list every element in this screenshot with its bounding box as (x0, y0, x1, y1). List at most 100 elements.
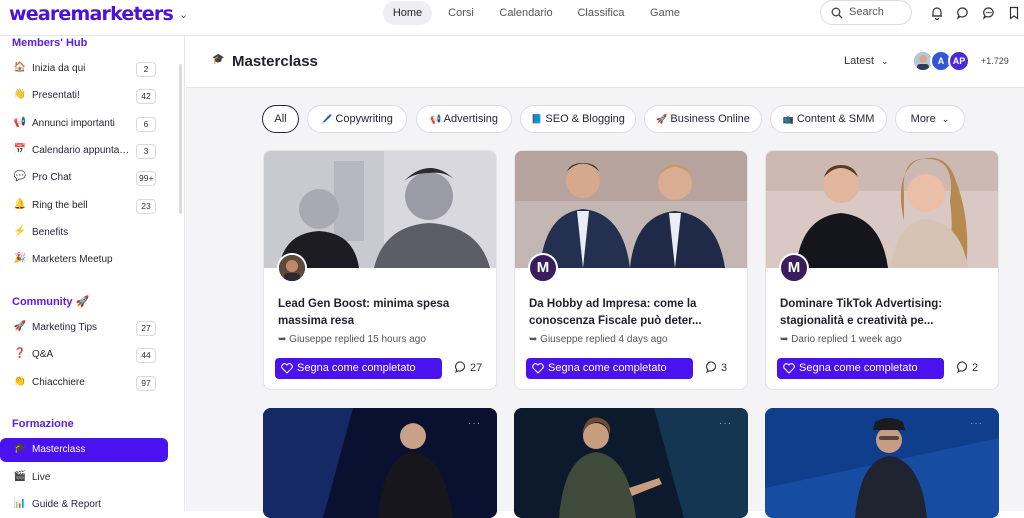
more-options-icon[interactable]: ··· (719, 418, 732, 429)
comments-count[interactable]: 2 (957, 361, 978, 374)
sidebar-item-qa[interactable]: ❓ Q&A 44 (0, 343, 168, 367)
masterclass-card[interactable]: ··· (263, 408, 497, 518)
card-title[interactable]: Dominare TikTok Advertising: stagionalit… (780, 296, 985, 330)
reply-text: Giuseppe replied 4 days ago (540, 334, 668, 345)
card-cover-image (765, 408, 999, 518)
masterclass-card[interactable]: M Dominare TikTok Advertising: stagional… (765, 150, 999, 390)
count-badge: 6 (136, 117, 156, 132)
mark-complete-button[interactable]: Segna come completato (275, 358, 442, 379)
card-meta: ➥ Giuseppe replied 4 days ago (529, 334, 667, 345)
mark-complete-button[interactable]: Segna come completato (526, 358, 693, 379)
comments-count[interactable]: 3 (706, 361, 727, 374)
filter-advertising[interactable]: 📢 Advertising (416, 105, 512, 133)
lightning-icon: ⚡ (13, 226, 27, 237)
wave-icon: 👋 (13, 89, 27, 100)
bookmark-icon[interactable] (1007, 6, 1021, 20)
masterclass-card[interactable]: Lead Gen Boost: minima spesa massima res… (263, 150, 497, 390)
button-label: Segna come completato (297, 362, 416, 374)
sidebar-item-inizia-da-qui[interactable]: 🏠 Inizia da qui 2 (0, 57, 168, 81)
button-label: Segna come completato (799, 362, 918, 374)
card-title[interactable]: Da Hobby ad Impresa: come la conoscenza … (529, 296, 734, 330)
masterclass-card[interactable]: ··· (514, 408, 748, 518)
filter-seo-blogging[interactable]: 📘 SEO & Blogging (520, 105, 636, 133)
clap-icon: 👏 (13, 376, 27, 387)
sidebar-item-benefits[interactable]: ⚡ Benefits (0, 221, 168, 245)
sidebar-item-label: Presentati! (32, 90, 80, 101)
count-badge: 2 (136, 62, 156, 77)
nav-home[interactable]: Home (383, 1, 432, 25)
card-cover-image (263, 408, 497, 518)
comments-value: 3 (721, 362, 728, 374)
filter-content-smm[interactable]: 📺 Content & SMM (770, 105, 887, 133)
megaphone-icon: 📢 (429, 114, 442, 124)
filter-business-online[interactable]: 🚀 Business Online (644, 105, 762, 133)
nav-calendario[interactable]: Calendario (495, 1, 557, 25)
rocket-icon: 🚀 (656, 114, 668, 124)
sidebar-item-calendario[interactable]: 📅 Calendario appuntamenti 3 (0, 139, 168, 163)
masterclass-card[interactable]: ··· (765, 408, 999, 518)
sort-dropdown[interactable]: Latest ⌄ (844, 55, 889, 67)
nav-game[interactable]: Game (645, 1, 685, 25)
masterclass-card[interactable]: M Da Hobby ad Impresa: come la conoscenz… (514, 150, 748, 390)
filter-all[interactable]: All (262, 105, 299, 133)
author-avatar[interactable]: M (528, 253, 558, 283)
comments-value: 2 (972, 362, 979, 374)
sidebar-item-guide-report[interactable]: 📊 Guide & Report (0, 493, 168, 517)
nav-corsi[interactable]: Corsi (444, 1, 478, 25)
reply-text: Dario replied 1 week ago (791, 334, 902, 345)
messages-icon[interactable] (982, 6, 996, 20)
more-options-icon[interactable]: ··· (970, 418, 983, 429)
sidebar-scrollbar[interactable] (179, 64, 182, 214)
members-avatars[interactable]: A AP +1.729 (912, 50, 1022, 74)
sidebar-item-masterclass[interactable]: 🎓 Masterclass (0, 438, 168, 462)
nav-classifica[interactable]: Classifica (574, 1, 628, 25)
sidebar-item-pro-chat[interactable]: 💬 Pro Chat 99+ (0, 166, 168, 190)
chevron-down-icon[interactable]: ⌄ (179, 8, 188, 21)
comments-count[interactable]: 27 (455, 361, 482, 374)
chat-icon[interactable] (956, 6, 970, 20)
card-title[interactable]: Lead Gen Boost: minima spesa massima res… (278, 296, 483, 330)
sidebar-item-label: Benefits (32, 227, 69, 238)
calendar-icon: 📅 (13, 144, 27, 155)
filter-more[interactable]: More ⌄ (895, 105, 965, 133)
author-avatar[interactable] (277, 253, 307, 283)
sidebar-item-label: Masterclass (32, 444, 86, 455)
count-badge: 23 (136, 199, 156, 214)
sidebar-item-annunci[interactable]: 📢 Annunci importanti 6 (0, 112, 168, 136)
sidebar-item-presentati[interactable]: 👋 Presentati! 42 (0, 84, 168, 108)
member-count: +1.729 (981, 56, 1009, 66)
sidebar-item-marketers-meetup[interactable]: 🎉 Marketers Meetup (0, 248, 168, 272)
sidebar-item-label: Pro Chat (32, 172, 72, 183)
search-icon (831, 7, 843, 19)
sidebar-item-live[interactable]: 🎬 Live (0, 466, 168, 490)
sidebar-item-label: Annunci importanti (32, 118, 115, 129)
author-avatar[interactable]: M (779, 253, 809, 283)
bell-icon[interactable] (930, 6, 944, 20)
more-options-icon[interactable]: ··· (468, 418, 481, 429)
filter-copywriting[interactable]: 🖊️ Copywriting (307, 105, 407, 133)
count-badge: 97 (136, 376, 156, 391)
book-icon: 📘 (531, 114, 543, 124)
search-input[interactable]: Search (820, 0, 912, 25)
filter-label: More (910, 113, 936, 125)
sidebar-item-label: Live (32, 472, 51, 483)
filter-label: Business Online (670, 113, 750, 125)
sidebar-item-ring-the-bell[interactable]: 🔔 Ring the bell 23 (0, 194, 168, 218)
top-bar: wearemarketers ⌄ Home Corsi Calendario C… (0, 0, 1024, 36)
reply-icon: ➥ (529, 334, 541, 345)
reply-icon: ➥ (780, 334, 792, 345)
sidebar-item-label: Inizia da qui (32, 63, 86, 74)
filter-label: SEO & Blogging (545, 113, 625, 125)
party-icon: 🎉 (13, 253, 27, 264)
brand-logo[interactable]: wearemarketers (9, 3, 174, 25)
card-cover-image (264, 151, 496, 268)
avatar: AP (948, 50, 970, 72)
sidebar-item-label: Chiacchiere (32, 377, 85, 388)
sidebar-item-marketing-tips[interactable]: 🚀 Marketing Tips 27 (0, 316, 168, 340)
mark-complete-button[interactable]: Segna come completato (777, 358, 944, 379)
filter-label: All (274, 113, 287, 125)
sidebar-section-title: Formazione (12, 418, 74, 430)
filter-label: Advertising (443, 113, 499, 125)
chevron-down-icon: ⌄ (881, 56, 889, 66)
sidebar-item-chiacchiere[interactable]: 👏 Chiacchiere 97 (0, 371, 168, 395)
